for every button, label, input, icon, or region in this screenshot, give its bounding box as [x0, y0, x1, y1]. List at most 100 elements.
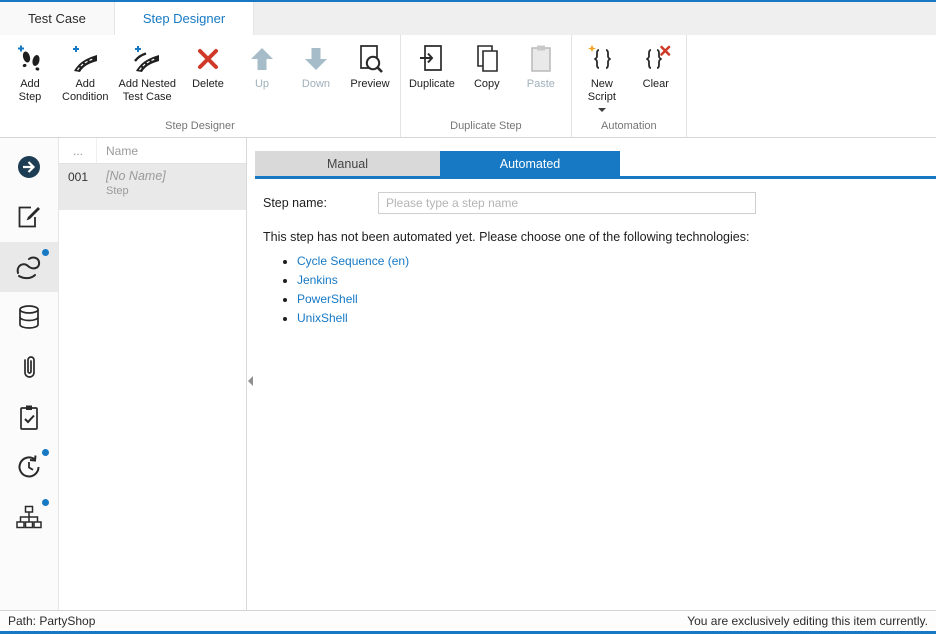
add-condition-icon — [70, 41, 100, 76]
add-step-icon — [15, 41, 45, 76]
edit-icon — [16, 204, 42, 230]
clear-script-icon — [641, 41, 671, 76]
sidebar-item-checklist[interactable] — [0, 392, 58, 442]
attachment-icon — [18, 354, 40, 381]
steps-list-header: ... Name — [59, 138, 246, 164]
sidebar — [0, 138, 59, 610]
database-icon — [17, 304, 41, 331]
add-nested-test-case-button[interactable]: Add Nested Test Case — [113, 41, 180, 104]
technology-list: Cycle Sequence (en) Jenkins PowerShell U… — [282, 254, 936, 325]
sidebar-item-attachments[interactable] — [0, 342, 58, 392]
preview-icon — [356, 41, 384, 76]
status-bar: Path: PartyShop You are exclusively edit… — [0, 610, 936, 634]
tab-automated[interactable]: Automated — [440, 151, 620, 176]
up-label: Up — [255, 78, 269, 91]
tab-step-designer[interactable]: Step Designer — [115, 2, 254, 35]
steps-panel: ... Name 001 [No Name] Step — [59, 138, 247, 610]
duplicate-label: Duplicate — [409, 78, 455, 91]
down-label: Down — [302, 78, 330, 91]
chevron-down-icon[interactable] — [598, 108, 606, 112]
column-header-handle: ... — [59, 138, 97, 163]
up-arrow-icon — [248, 41, 276, 76]
paste-label: Paste — [527, 78, 555, 91]
sidebar-item-edit[interactable] — [0, 192, 58, 242]
list-item: Cycle Sequence (en) — [297, 254, 936, 268]
duplicate-icon — [418, 41, 446, 76]
clear-script-button[interactable]: Clear — [629, 41, 683, 91]
down-button[interactable]: Down — [289, 41, 343, 91]
duplicate-button[interactable]: Duplicate — [404, 41, 460, 91]
window-tab-bar: Test Case Step Designer — [0, 2, 936, 35]
technology-link-unixshell[interactable]: UnixShell — [297, 311, 348, 325]
copy-icon — [473, 41, 501, 76]
list-item: Jenkins — [297, 273, 936, 287]
hierarchy-icon — [15, 505, 43, 530]
preview-label: Preview — [350, 78, 389, 91]
path-label: Path: PartyShop — [8, 614, 95, 628]
up-button[interactable]: Up — [235, 41, 289, 91]
add-nested-test-case-icon — [131, 41, 163, 76]
sidebar-item-hierarchy[interactable] — [0, 492, 58, 542]
steps-icon — [14, 254, 44, 280]
step-row-text: [No Name] Step — [97, 164, 166, 210]
technology-link-powershell[interactable]: PowerShell — [297, 292, 358, 306]
add-step-button[interactable]: Add Step — [3, 41, 57, 104]
add-step-label: Add Step — [19, 78, 42, 104]
ribbon-group-step-designer: Add Step Add Condition — [0, 35, 401, 137]
ribbon-group-duplicate-step: Duplicate Copy — [401, 35, 572, 137]
step-name: [No Name] — [106, 169, 166, 183]
ribbon-buttons-row: Duplicate Copy — [404, 35, 568, 118]
step-name-row: Step name: — [263, 192, 936, 214]
ribbon: Add Step Add Condition — [0, 35, 936, 138]
step-name-label: Step name: — [263, 196, 378, 210]
step-row[interactable]: 001 [No Name] Step — [59, 164, 246, 210]
preview-button[interactable]: Preview — [343, 41, 397, 91]
tab-test-case[interactable]: Test Case — [0, 2, 115, 35]
ribbon-group-label-duplicate-step: Duplicate Step — [404, 118, 568, 137]
new-script-label: New Script — [588, 78, 616, 104]
editing-status: You are exclusively editing this item cu… — [687, 614, 928, 628]
sidebar-item-database[interactable] — [0, 292, 58, 342]
step-detail-panel: Manual Automated Step name: This step ha… — [247, 138, 936, 610]
step-number: 001 — [59, 164, 97, 210]
technology-link-jenkins[interactable]: Jenkins — [297, 273, 338, 287]
column-header-name: Name — [97, 144, 138, 158]
sidebar-item-history[interactable] — [0, 442, 58, 492]
ribbon-buttons-row: Add Step Add Condition — [3, 35, 397, 118]
notification-dot — [42, 449, 49, 456]
collapse-panel-icon[interactable] — [248, 376, 253, 386]
new-script-icon — [587, 41, 617, 76]
add-condition-button[interactable]: Add Condition — [57, 41, 113, 104]
tab-manual[interactable]: Manual — [255, 151, 440, 176]
sidebar-item-steps[interactable] — [0, 242, 58, 292]
notification-dot — [42, 249, 49, 256]
sidebar-item-navigate[interactable] — [0, 142, 58, 192]
paste-button[interactable]: Paste — [514, 41, 568, 91]
history-icon — [16, 454, 42, 480]
copy-label: Copy — [474, 78, 500, 91]
ribbon-buttons-row: New Script Clear — [575, 35, 683, 118]
delete-label: Delete — [192, 78, 224, 91]
technology-link-cycle-sequence[interactable]: Cycle Sequence (en) — [297, 254, 409, 268]
ribbon-group-automation: New Script Clear Automation — [572, 35, 687, 137]
notification-dot — [42, 499, 49, 506]
list-item: UnixShell — [297, 311, 936, 325]
list-item: PowerShell — [297, 292, 936, 306]
detail-tab-bar: Manual Automated — [255, 151, 936, 179]
delete-button[interactable]: Delete — [181, 41, 235, 91]
content-area: ... Name 001 [No Name] Step Manual Autom… — [0, 138, 936, 610]
paste-icon — [528, 41, 554, 76]
add-nested-test-case-label: Add Nested Test Case — [118, 78, 175, 104]
delete-icon — [195, 41, 221, 76]
ribbon-group-label-step-designer: Step Designer — [3, 118, 397, 137]
checklist-icon — [17, 404, 41, 431]
copy-button[interactable]: Copy — [460, 41, 514, 91]
step-type: Step — [106, 185, 166, 197]
ribbon-group-label-automation: Automation — [575, 118, 683, 137]
down-arrow-icon — [302, 41, 330, 76]
new-script-button[interactable]: New Script — [575, 41, 629, 112]
navigate-icon — [16, 154, 42, 180]
step-name-input[interactable] — [378, 192, 756, 214]
automation-message: This step has not been automated yet. Pl… — [263, 230, 936, 244]
app-window: Test Case Step Designer — [0, 0, 936, 634]
